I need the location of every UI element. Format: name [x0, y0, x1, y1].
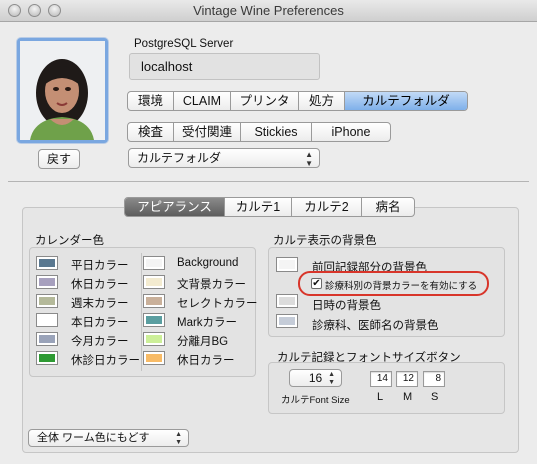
font-size-m-field[interactable]: 12	[396, 371, 418, 387]
close-window-icon[interactable]	[8, 4, 21, 17]
calendar-color-label: 休診日カラー	[71, 355, 140, 367]
chart-bg-title: カルテ表示の背景色	[273, 235, 377, 247]
revert-photo-label: 戻す	[46, 152, 71, 166]
calendar-color-swatch[interactable]	[143, 313, 165, 327]
calendar-color-label: 週末カラー	[71, 298, 129, 310]
calendar-title: カレンダー色	[35, 235, 104, 247]
calendar-color-label: 休日カラー	[177, 355, 235, 367]
separator	[8, 181, 529, 182]
date-bg-swatch[interactable]	[276, 294, 298, 308]
dept-bg-label: 診療科、医師名の背景色	[312, 320, 439, 332]
title-bar: Vintage Wine Preferences	[0, 0, 537, 22]
font-size-l-label: L	[377, 391, 384, 403]
top-tabs-row2: 検査 受付関連 Stickies iPhone	[127, 122, 391, 142]
server-value: localhost	[141, 59, 193, 74]
user-photo	[17, 38, 108, 143]
font-size-stepper[interactable]: 16 ▲ ▼	[289, 369, 342, 387]
calendar-color-label: 文背景カラー	[177, 279, 246, 291]
tab-chart2[interactable]: カルテ2	[292, 198, 362, 216]
tab-chart1[interactable]: カルテ1	[225, 198, 292, 216]
popup-arrows-icon: ▲ ▼	[175, 431, 182, 446]
dept-bg-swatch[interactable]	[276, 314, 298, 328]
preferences-window: Vintage Wine Preferences 戻す PostgreSQL S…	[0, 0, 537, 464]
calendar-color-swatch[interactable]	[36, 275, 58, 289]
calendar-color-label: 今月カラー	[71, 336, 129, 348]
sub-tabs: アピアランス カルテ1 カルテ2 病名	[124, 197, 415, 217]
server-label: PostgreSQL Server	[134, 38, 234, 50]
tab-stickies[interactable]: Stickies	[241, 123, 312, 141]
calendar-color-swatch[interactable]	[36, 256, 58, 270]
reset-colors-value: 全体 ワーム色にもどす	[37, 432, 150, 444]
reset-colors-popup[interactable]: 全体 ワーム色にもどす ▲ ▼	[28, 429, 189, 447]
enable-dept-color-checkbox[interactable]: ✔	[311, 278, 322, 289]
calendar-color-label: セレクトカラー	[177, 298, 258, 310]
font-size-stepper-value: 16	[308, 371, 323, 385]
calendar-color-label: Markカラー	[177, 317, 238, 329]
tab-printer[interactable]: プリンタ	[231, 92, 299, 110]
calendar-color-swatch[interactable]	[143, 294, 165, 308]
tab-exam[interactable]: 検査	[128, 123, 174, 141]
font-size-s-field[interactable]: 8	[423, 371, 445, 387]
folder-popup-value: カルテフォルダ	[137, 151, 222, 165]
tab-reception[interactable]: 受付関連	[174, 123, 241, 141]
calendar-color-swatch[interactable]	[143, 256, 165, 270]
enable-dept-color-label: 診療科別の背景カラーを有効にする	[325, 281, 478, 292]
window-title: Vintage Wine Preferences	[193, 3, 344, 18]
calendar-color-swatch[interactable]	[36, 351, 58, 365]
calendar-color-label: 本日カラー	[71, 317, 129, 329]
calendar-color-label: 休日カラー	[71, 279, 129, 291]
calendar-color-label: Background	[177, 257, 239, 269]
tab-prescription[interactable]: 処方	[299, 92, 345, 110]
tab-appearance[interactable]: アピアランス	[125, 198, 225, 216]
calendar-color-swatch[interactable]	[143, 275, 165, 289]
calendar-color-swatch[interactable]	[36, 313, 58, 327]
tab-claim[interactable]: CLAIM	[174, 92, 231, 110]
font-size-l-field[interactable]: 14	[370, 371, 392, 387]
prev-bg-swatch[interactable]	[276, 257, 298, 272]
calendar-color-swatch[interactable]	[143, 351, 165, 365]
calendar-color-label: 平日カラー	[71, 260, 129, 272]
calendar-color-swatch[interactable]	[36, 294, 58, 308]
calendar-divider	[141, 253, 142, 371]
tab-disease[interactable]: 病名	[362, 198, 414, 216]
calendar-color-label: 分離月BG	[177, 336, 229, 348]
date-bg-label: 日時の背景色	[312, 300, 381, 312]
calendar-color-swatch[interactable]	[143, 332, 165, 346]
font-size-s-label: S	[431, 391, 439, 403]
minimize-window-icon[interactable]	[28, 4, 41, 17]
popup-arrows-icon: ▲ ▼	[305, 150, 313, 168]
folder-popup[interactable]: カルテフォルダ ▲ ▼	[128, 148, 320, 168]
top-tabs-row1: 環境 CLAIM プリンタ 処方 カルテフォルダ	[127, 91, 468, 111]
calendar-color-swatch[interactable]	[36, 332, 58, 346]
stepper-arrows-icon: ▲ ▼	[328, 371, 335, 386]
font-size-stepper-label: カルテFont Size	[281, 395, 350, 406]
revert-photo-button[interactable]: 戻す	[38, 149, 80, 169]
tab-iphone[interactable]: iPhone	[312, 123, 390, 141]
tab-chart-folder[interactable]: カルテフォルダ	[345, 92, 467, 110]
portrait-image	[20, 41, 105, 140]
font-size-m-label: M	[403, 391, 413, 403]
server-field[interactable]: localhost	[129, 53, 320, 80]
zoom-window-icon[interactable]	[48, 4, 61, 17]
tab-environment[interactable]: 環境	[128, 92, 174, 110]
